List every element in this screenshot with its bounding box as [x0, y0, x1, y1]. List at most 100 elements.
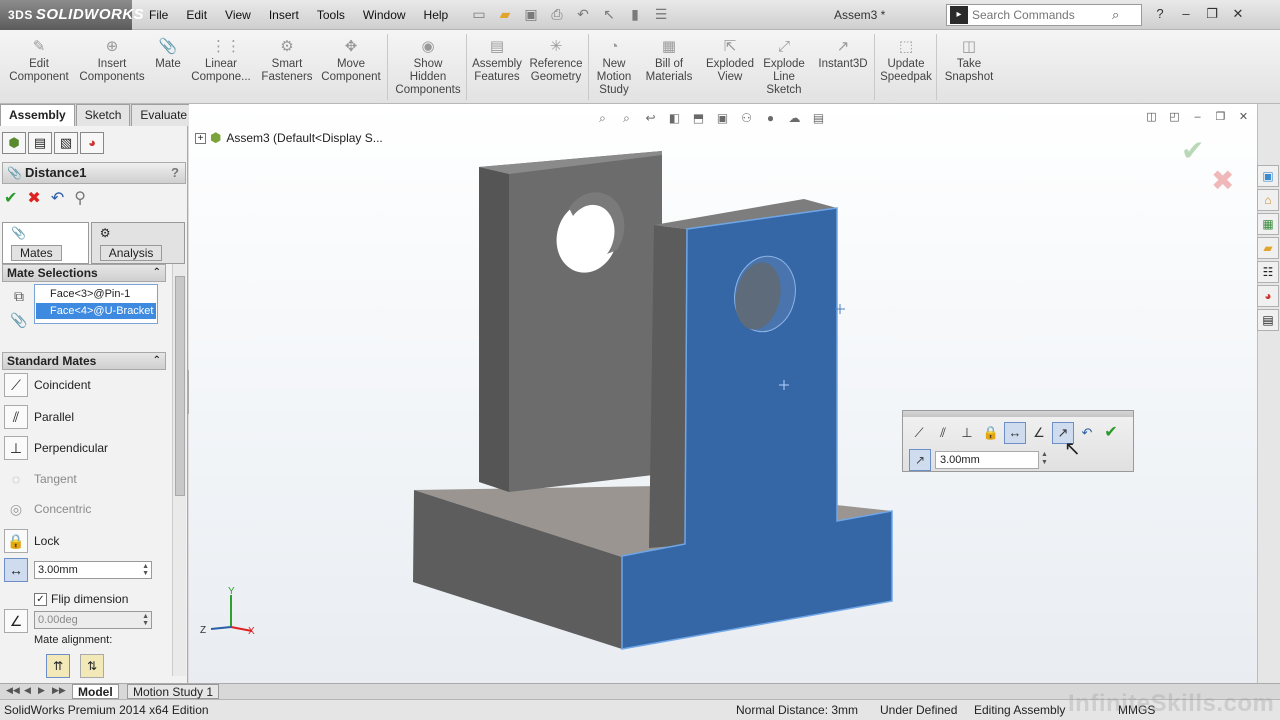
previous-view-icon[interactable]: ↩ [642, 110, 659, 127]
search-scope-icon[interactable]: ▸ [950, 6, 968, 24]
popup-dimension-icon[interactable]: ↗ [909, 449, 931, 471]
anti-aligned-icon[interactable]: ⇅ [80, 654, 104, 678]
list-item[interactable]: Face<4>@U-Bracket [36, 303, 156, 319]
tile-icon[interactable]: ◫ [1144, 110, 1159, 125]
tab-evaluate[interactable]: Evaluate [131, 104, 197, 126]
popup-distance-spinner[interactable]: ▲ ▼ [1041, 451, 1048, 467]
exploded-view-button[interactable]: ⇱ Exploded View [702, 38, 758, 84]
last-tab-icon[interactable]: ▶▶ [52, 685, 66, 696]
next-tab-icon[interactable]: ▶ [38, 685, 45, 696]
tab-assembly[interactable]: Assembly [0, 104, 75, 126]
restore-icon[interactable]: ❐ [1202, 4, 1222, 24]
view-settings-icon[interactable]: ▤ [810, 110, 827, 127]
confirmation-ok-icon[interactable]: ✔ [1181, 134, 1204, 167]
ok-button[interactable]: ✔ [4, 188, 17, 208]
tab-model[interactable]: Model [72, 684, 119, 699]
search-icon[interactable]: ⌕ [1112, 7, 1119, 23]
bill-of-materials-button[interactable]: ▦ Bill of Materials [640, 38, 698, 84]
menu-file[interactable]: File [140, 0, 177, 30]
angle-icon[interactable]: ∠ [1028, 422, 1050, 444]
lock-icon[interactable]: 🔒 [980, 422, 1002, 444]
file-explorer-icon[interactable]: ▰ [1257, 237, 1279, 259]
search-commands-box[interactable]: ▸ ⌕ [946, 4, 1142, 26]
list-item[interactable]: Face<3>@Pin-1 [36, 286, 156, 302]
edit-appearance-icon[interactable]: ● [762, 110, 779, 127]
first-tab-icon[interactable]: ◀◀ [6, 685, 20, 696]
view-palette-icon[interactable]: ☷ [1257, 261, 1279, 283]
explode-line-sketch-button[interactable]: ⤢ Explode Line Sketch [760, 38, 808, 97]
restore-icon[interactable]: ❐ [1213, 110, 1228, 125]
select-icon[interactable]: ↖ [600, 5, 618, 23]
menu-edit[interactable]: Edit [177, 0, 216, 30]
feature-tree-icon[interactable]: ⬢ [2, 132, 26, 154]
mate-selections-list[interactable]: Face<3>@Pin-1 Face<4>@U-Bracket [34, 284, 158, 324]
ok-icon[interactable]: ✔ [1100, 422, 1122, 444]
link-views-icon[interactable]: ◰ [1167, 110, 1182, 125]
distance-field[interactable]: 3.00mm ▲ ▼ [34, 561, 152, 579]
bracket-side-face[interactable] [649, 225, 687, 548]
menu-window[interactable]: Window [354, 0, 415, 30]
property-manager-icon[interactable]: ▤ [28, 132, 52, 154]
previous-tab-icon[interactable]: ◀ [24, 685, 31, 696]
custom-properties-icon[interactable]: ▤ [1257, 309, 1279, 331]
undo-icon[interactable]: ↶ [574, 5, 592, 23]
distance-spinner[interactable]: ▲ ▼ [142, 563, 149, 577]
collapse-icon[interactable]: ⌃ [153, 353, 161, 369]
linear-pattern-button[interactable]: ⋮⋮ Linear Compone... [188, 38, 254, 84]
apply-scene-icon[interactable]: ☁ [786, 110, 803, 127]
scrollbar-thumb[interactable] [175, 276, 185, 496]
open-folder-icon[interactable]: ▰ [496, 5, 514, 23]
new-motion-study-button[interactable]: ◔ New Motion Study [592, 38, 636, 97]
close-icon[interactable]: ✕ [1228, 4, 1248, 24]
appearances-icon[interactable]: ◕ [1257, 285, 1279, 307]
parallel-icon[interactable]: ⫽ [932, 422, 954, 444]
assembly-tree-node[interactable]: + ⬢ Assem3 (Default<Display S... [195, 130, 383, 146]
aligned-icon[interactable]: ⇈ [46, 654, 70, 678]
instant3d-button[interactable]: ↗ Instant3D [814, 38, 872, 71]
mate-distance[interactable]: ↔ [4, 557, 34, 583]
minimize-icon[interactable]: – [1190, 110, 1205, 125]
popup-distance-field[interactable]: 3.00mm [935, 451, 1039, 469]
zoom-to-fit-icon[interactable]: ⌕ [594, 110, 611, 127]
assembly-features-button[interactable]: ▤ Assembly Features [470, 38, 524, 84]
mate-perpendicular[interactable]: ⊥ Perpendicular [4, 435, 164, 461]
model-canvas[interactable] [189, 104, 1257, 683]
insert-components-button[interactable]: ⊕ Insert Components [76, 38, 148, 84]
hide-show-items-icon[interactable]: ⚇ [738, 110, 755, 127]
graphics-viewport[interactable]: + ⬢ Assem3 (Default<Display S... ⌕ ⌕ ↩ ◧… [189, 104, 1257, 683]
menu-tools[interactable]: Tools [308, 0, 354, 30]
pin-button[interactable]: ⚲ [74, 188, 86, 208]
display-manager-icon[interactable]: ◕ [80, 132, 104, 154]
zoom-to-area-icon[interactable]: ⌕ [618, 110, 635, 127]
view-orientation-icon[interactable]: ⬒ [690, 110, 707, 127]
perpendicular-icon[interactable]: ⊥ [956, 422, 978, 444]
help-icon[interactable]: ? [1150, 4, 1170, 24]
solidworks-resources-icon[interactable]: ▣ [1257, 165, 1279, 187]
standard-mates-header[interactable]: Standard Mates ⌃ [2, 352, 166, 370]
undo-button[interactable]: ↶ [51, 188, 64, 208]
mate-parallel[interactable]: ⫽ Parallel [4, 404, 164, 430]
minimize-icon[interactable]: – [1176, 4, 1196, 24]
mate-lock[interactable]: 🔒 Lock [4, 528, 164, 554]
panel-scrollbar[interactable] [172, 264, 186, 676]
menu-view[interactable]: View [216, 0, 260, 30]
search-input[interactable] [972, 8, 1112, 22]
save-icon[interactable]: ▣ [522, 5, 540, 23]
move-component-button[interactable]: ✥ Move Component [318, 38, 384, 84]
popup-grip[interactable] [903, 411, 1133, 417]
mate-selections-header[interactable]: Mate Selections ⌃ [2, 264, 166, 282]
new-document-icon[interactable]: ▭ [470, 5, 488, 23]
close-icon[interactable]: ✕ [1236, 110, 1251, 125]
cancel-button[interactable]: ✖ [27, 188, 40, 208]
update-speedpak-button[interactable]: ⬚ Update Speedpak [878, 38, 934, 84]
confirmation-cancel-icon[interactable]: ✖ [1211, 164, 1234, 197]
section-view-icon[interactable]: ◧ [666, 110, 683, 127]
reference-geometry-button[interactable]: ✳ Reference Geometry [526, 38, 586, 84]
solidworks-logo[interactable]: 3DS SOLIDWORKS [0, 0, 144, 30]
help-button[interactable]: ? [171, 163, 179, 183]
show-hidden-components-button[interactable]: ◉ Show Hidden Components [392, 38, 464, 97]
smart-fasteners-button[interactable]: ⚙ Smart Fasteners [256, 38, 318, 84]
display-style-icon[interactable]: ▣ [714, 110, 731, 127]
tab-sketch[interactable]: Sketch [75, 104, 131, 126]
coincident-icon[interactable]: ⟋ [908, 422, 930, 444]
